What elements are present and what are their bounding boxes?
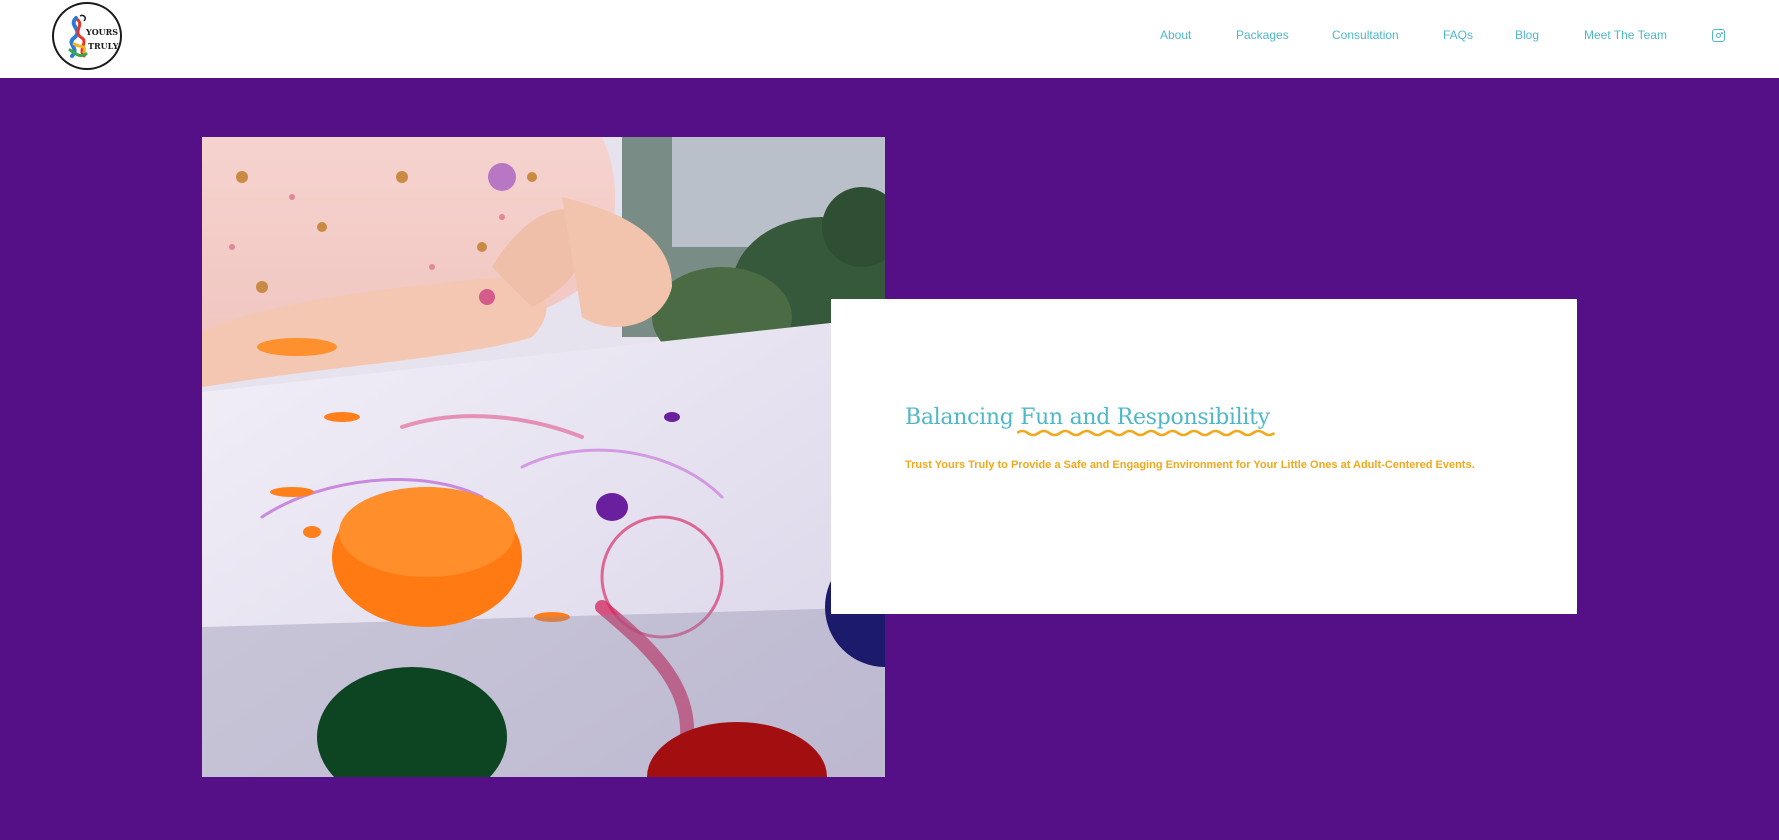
nav-about[interactable]: About: [1160, 28, 1191, 42]
hero-subtitle: Trust Yours Truly to Provide a Safe and …: [905, 459, 1475, 471]
nav-meet-the-team[interactable]: Meet The Team: [1584, 28, 1667, 42]
yours-truly-logo[interactable]: YOURS TRULY: [52, 2, 122, 70]
instagram-icon[interactable]: [1712, 29, 1725, 42]
nav-faqs[interactable]: FAQs: [1443, 28, 1473, 42]
logo-text-yours: YOURS: [86, 27, 119, 37]
nav-blog[interactable]: Blog: [1515, 28, 1539, 42]
hero-photo: [202, 137, 885, 777]
hero-title-highlight-text: Fun and Responsibility: [1020, 405, 1270, 430]
hero-title: Balancing Fun and Responsibility: [905, 405, 1275, 437]
nav-consultation[interactable]: Consultation: [1332, 28, 1399, 42]
nav-packages[interactable]: Packages: [1236, 28, 1289, 42]
hero-title-plain: Balancing: [905, 405, 1021, 430]
hero-title-highlight: Fun and Responsibility: [1017, 405, 1275, 437]
site-header: YOURS TRULY About Packages Consultation …: [0, 0, 1779, 78]
squiggle-underline-icon: [1017, 429, 1275, 437]
logo-text-truly: TRULY: [88, 41, 119, 51]
hero-text-card: Balancing Fun and Responsibility Trust Y…: [831, 299, 1577, 614]
